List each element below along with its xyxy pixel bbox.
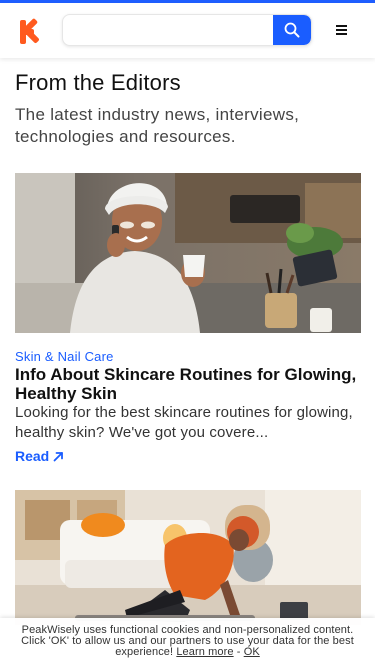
site-header xyxy=(0,3,375,58)
article-title[interactable]: Info About Skincare Routines for Glowing… xyxy=(15,365,360,403)
read-link-label: Read xyxy=(15,448,50,464)
page-title: From the Editors xyxy=(15,70,181,95)
article-image[interactable] xyxy=(15,173,361,333)
skincare-photo xyxy=(15,173,361,333)
article-category[interactable]: Skin & Nail Care xyxy=(15,349,114,364)
menu-line xyxy=(335,29,347,31)
logo-icon xyxy=(20,18,39,44)
search-button[interactable] xyxy=(273,15,311,45)
cookie-separator: - xyxy=(236,646,241,658)
article-excerpt: Looking for the best skincare routines f… xyxy=(15,404,353,441)
learn-more-link[interactable]: Learn more xyxy=(176,646,233,658)
cookie-notice: PeakWisely uses functional cookies and n… xyxy=(0,618,375,667)
cookie-ok-button[interactable]: OK xyxy=(244,646,260,658)
page-subtitle: The latest industry news, interviews, te… xyxy=(15,105,300,146)
arrow-up-right-icon xyxy=(53,451,64,461)
search-icon xyxy=(284,22,300,38)
menu-line xyxy=(335,25,347,27)
search-input[interactable] xyxy=(63,15,275,45)
read-link[interactable]: Read xyxy=(15,448,64,464)
hamburger-menu-icon[interactable] xyxy=(331,20,351,40)
article-image[interactable] xyxy=(15,490,361,625)
search-bar xyxy=(62,14,312,46)
menu-line xyxy=(335,33,347,35)
yoga-photo xyxy=(15,490,361,625)
site-logo[interactable] xyxy=(18,18,42,46)
